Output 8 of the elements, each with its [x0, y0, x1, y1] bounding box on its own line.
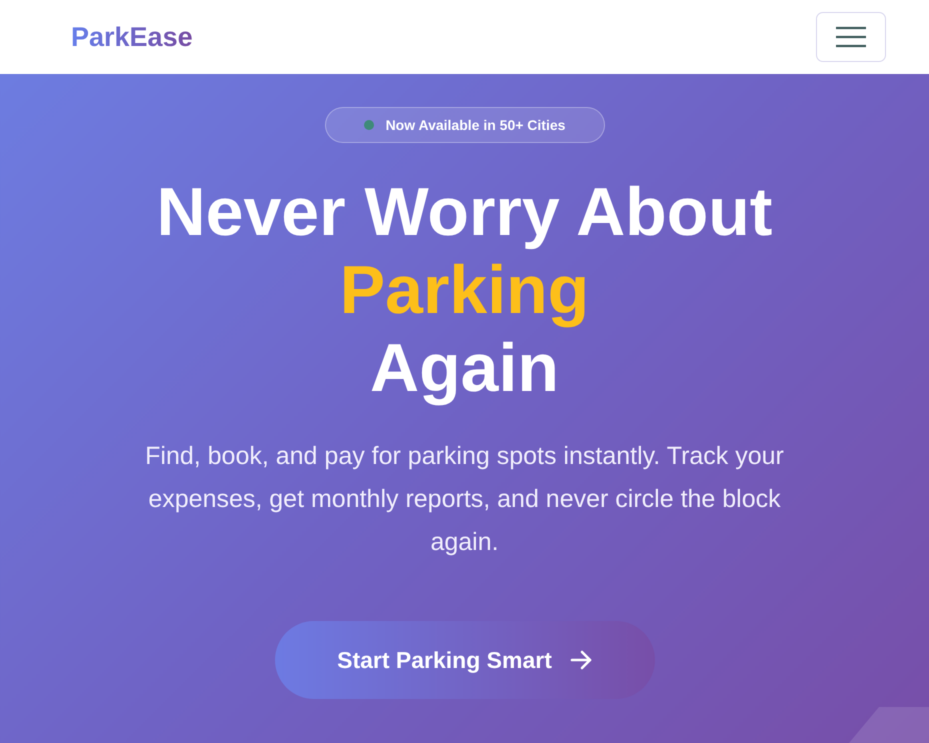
start-parking-button[interactable]: Start Parking Smart — [274, 621, 654, 699]
badge-text: Now Available in 50+ Cities — [386, 117, 566, 133]
hero-subtitle: Find, book, and pay for parking spots instantly. Track your expenses, get monthly reports, and never circle the block again. — [144, 441, 785, 558]
menu-button[interactable] — [816, 12, 886, 62]
menu-icon — [836, 26, 866, 48]
hero-heading: Never Worry About Parking Again — [156, 173, 772, 407]
arrow-right-icon — [570, 650, 592, 670]
status-dot — [364, 120, 374, 130]
